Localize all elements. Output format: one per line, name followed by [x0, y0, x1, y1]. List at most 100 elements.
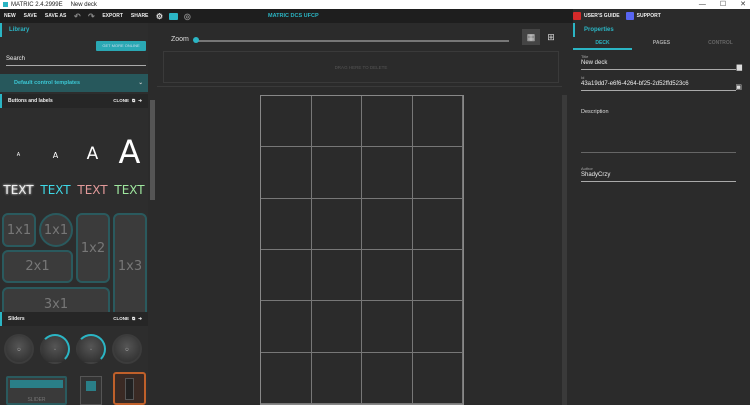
tile-1x1-round[interactable]: 1x1 — [39, 213, 73, 247]
monitor-icon[interactable] — [166, 9, 180, 23]
redo-icon[interactable]: ↷ — [84, 9, 98, 23]
search-label: Search — [6, 56, 26, 62]
zoom-slider[interactable] — [195, 40, 509, 42]
app-icon — [3, 2, 8, 7]
library-panel: Library GET MORE ONLINE Search Default c… — [0, 23, 148, 405]
horizontal-slider[interactable]: SLIDER — [6, 376, 67, 405]
app-title: MATRIC 2.4.2999E — [11, 1, 63, 8]
vertical-slider-thumb — [86, 381, 96, 391]
author-value[interactable]: ShadyCrzy — [581, 172, 736, 178]
zoom-label: Zoom — [171, 36, 189, 43]
buttons-section-header: Buttons and labels CLONE ⧉ ➔ — [0, 94, 148, 108]
target-icon[interactable]: ◎ — [180, 9, 194, 23]
deck-title: MATRIC DCS UFCP — [268, 13, 319, 19]
properties-tabs: DECK PAGES CONTROL — [573, 38, 750, 50]
font-sample-large[interactable]: A — [111, 133, 148, 176]
author-label: Author — [581, 166, 593, 171]
description-field[interactable]: Description — [581, 109, 736, 153]
title-field[interactable]: Title New deck — [581, 54, 736, 70]
templates-dropdown[interactable]: Default control templates ⌄ — [0, 74, 148, 92]
vertical-slider[interactable] — [80, 376, 102, 405]
copy-icon: ⧉ — [132, 316, 136, 321]
discord-icon — [625, 12, 634, 20]
sliders-section-header: Sliders CLONE ⧉ ➔ — [0, 312, 148, 326]
arrow-right-icon: ➔ — [138, 316, 142, 321]
new-button[interactable]: NEW — [0, 9, 20, 23]
grid-alt-view-icon[interactable]: ⊞ — [542, 29, 560, 45]
share-button[interactable]: SHARE — [127, 9, 153, 23]
users-guide-button[interactable]: USER'S GUIDE — [573, 12, 620, 20]
knob-slider-2[interactable]: ^ — [40, 334, 70, 364]
export-button[interactable]: EXPORT — [98, 9, 127, 23]
text-sample-green[interactable]: TEXT — [111, 183, 148, 203]
clone-sliders-button[interactable]: CLONE ⧉ ➔ — [113, 312, 142, 326]
font-sample-medium[interactable]: A — [74, 144, 111, 176]
canvas-area: Zoom ▦ ⊞ DRAG HERE TO DELETE — [157, 23, 570, 405]
knob-slider-4[interactable]: ⏻ — [112, 334, 142, 364]
window-titlebar: MATRIC 2.4.2999E New deck — ☐ ✕ — [0, 0, 750, 9]
vertical-slider-orange[interactable] — [113, 372, 146, 405]
search-input[interactable] — [6, 65, 146, 66]
minimize-icon[interactable]: — — [699, 0, 706, 9]
delete-drop-zone[interactable]: DRAG HERE TO DELETE — [163, 51, 559, 83]
tile-2x1[interactable]: 2x1 — [2, 250, 73, 283]
save-button[interactable]: SAVE — [20, 9, 41, 23]
canvas-divider — [157, 86, 562, 87]
slider-label: SLIDER — [27, 397, 46, 403]
toolbar: NEW SAVE SAVE AS ↶ ↷ EXPORT SHARE ⚙ ◎ MA… — [0, 9, 750, 23]
slider-fill — [10, 380, 63, 388]
tab-deck[interactable]: DECK — [573, 38, 632, 50]
text-sample-cyan[interactable]: TEXT — [37, 183, 74, 203]
canvas-scrollbar[interactable] — [562, 95, 567, 405]
id-value[interactable]: 43a19dd7-e6f6-4264-bf25-2d52ffd523c6 — [581, 81, 736, 87]
vertical-slider-track — [125, 378, 134, 400]
grid-view-icon[interactable]: ▦ — [522, 29, 540, 45]
support-label: SUPPORT — [636, 13, 661, 19]
get-more-online-button[interactable]: GET MORE ONLINE — [96, 41, 146, 51]
arrow-right-icon: ➔ — [138, 98, 142, 103]
properties-panel: Properties DECK PAGES CONTROL Title New … — [573, 23, 750, 405]
save-as-button[interactable]: SAVE AS — [41, 9, 70, 23]
text-style-samples: TEXT TEXT TEXT TEXT — [0, 183, 148, 203]
buttons-section-title: Buttons and labels — [8, 98, 53, 104]
chevron-down-icon: ⌄ — [138, 80, 143, 86]
gear-icon[interactable]: ⚙ — [152, 9, 166, 23]
clone-label: CLONE — [113, 316, 129, 321]
properties-title: Properties — [573, 23, 750, 37]
font-sample-small[interactable]: A — [37, 151, 74, 176]
tile-1x1-square[interactable]: 1x1 — [2, 213, 36, 247]
library-scrollbar[interactable] — [150, 100, 155, 200]
text-sample-red[interactable]: TEXT — [74, 183, 111, 203]
author-field[interactable]: Author ShadyCrzy — [581, 166, 736, 182]
id-field[interactable]: Id 43a19dd7-e6f6-4264-bf25-2d52ffd523c6 — [581, 75, 736, 91]
calendar-icon[interactable]: ▣ — [735, 83, 742, 91]
tile-1x3[interactable]: 1x3 — [113, 213, 147, 320]
tab-control[interactable]: CONTROL — [691, 38, 750, 50]
youtube-icon — [573, 12, 581, 20]
font-sample-tiny[interactable]: A — [0, 152, 37, 176]
clone-button[interactable]: CLONE ⧉ ➔ — [113, 94, 142, 108]
users-guide-label: USER'S GUIDE — [584, 13, 620, 19]
templates-title: Default control templates — [14, 80, 81, 86]
maximize-icon[interactable]: ☐ — [720, 0, 726, 9]
font-size-samples: A A A A — [0, 111, 148, 176]
library-title: Library — [0, 23, 148, 37]
title-label: Title — [581, 54, 589, 59]
tile-1x2[interactable]: 1x2 — [76, 213, 110, 283]
knob-slider-3[interactable]: ^ — [76, 334, 106, 364]
undo-icon[interactable]: ↶ — [70, 9, 84, 23]
support-button[interactable]: SUPPORT — [625, 12, 661, 20]
description-label: Description — [581, 109, 609, 115]
zoom-slider-thumb[interactable] — [193, 37, 199, 43]
document-title: New deck — [70, 1, 97, 8]
tab-pages[interactable]: PAGES — [632, 38, 691, 50]
text-sample-white[interactable]: TEXT — [0, 183, 37, 203]
close-icon[interactable]: ✕ — [740, 0, 746, 9]
copy-icon: ⧉ — [132, 98, 136, 103]
knob-slider-1[interactable]: ⏻ — [4, 334, 34, 364]
deck-grid[interactable] — [260, 95, 464, 405]
folder-icon[interactable]: ▆ — [737, 63, 742, 71]
title-value[interactable]: New deck — [581, 60, 736, 66]
sliders-section-title: Sliders — [8, 316, 25, 322]
id-label: Id — [581, 75, 585, 80]
